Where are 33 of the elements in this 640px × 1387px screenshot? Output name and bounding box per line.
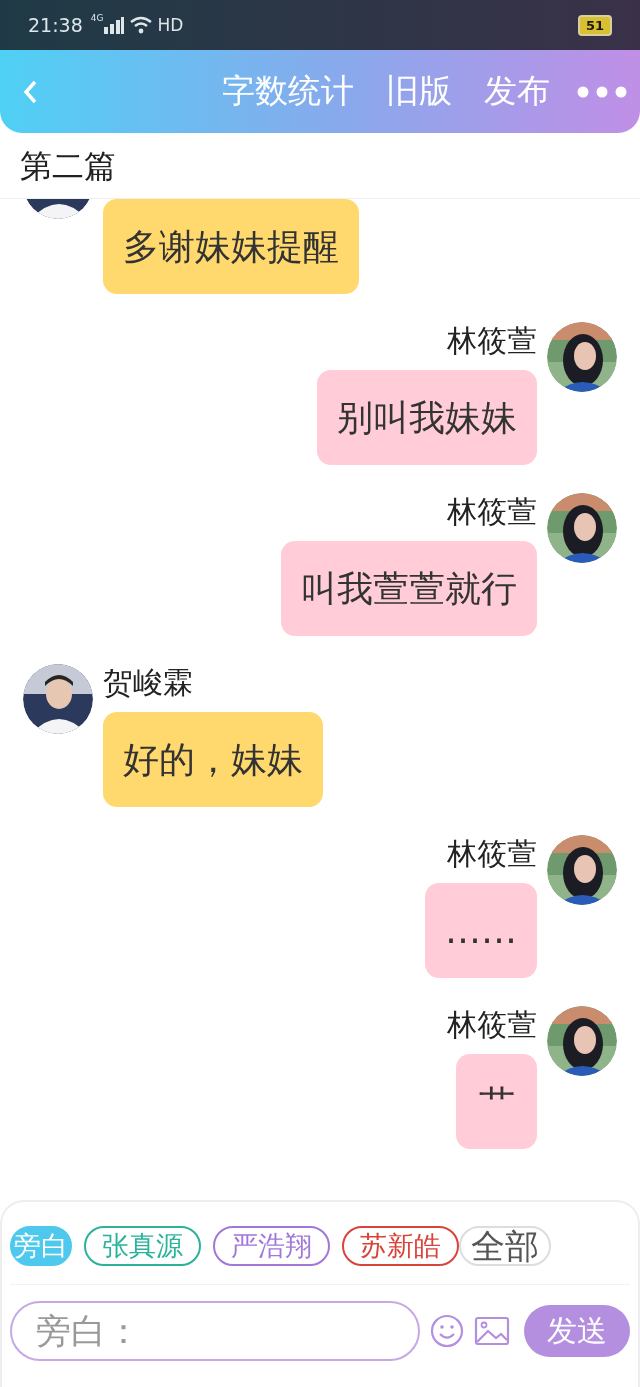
message-bubble: 别叫我妹妹 (317, 370, 537, 465)
more-button[interactable] (576, 84, 628, 99)
message-bubble: 多谢妹妹提醒 (103, 199, 359, 294)
battery-indicator: 51 (577, 14, 612, 36)
message-input[interactable]: 旁白： (10, 1301, 420, 1361)
sender-name: 林筱萱 (447, 324, 537, 358)
image-icon[interactable] (474, 1316, 510, 1346)
network-label: 4G (90, 13, 104, 23)
sender-name: 林筱萱 (447, 837, 537, 871)
character-chip[interactable]: 严浩翔 (213, 1226, 330, 1266)
character-chip[interactable]: 张真源 (84, 1226, 201, 1266)
message-bubble: 叫我萱萱就行 (281, 541, 537, 636)
header-action[interactable]: 旧版 (386, 69, 452, 114)
character-chip[interactable]: 苏新皓 (342, 1226, 459, 1266)
sender-name: 林筱萱 (447, 1008, 537, 1042)
hd-label: HD (157, 15, 184, 35)
more-icon (576, 84, 628, 99)
header-action[interactable]: 字数统计 (222, 69, 354, 114)
header-action[interactable]: 发布 (484, 69, 550, 114)
sender-name: 贺峻霖 (103, 666, 193, 700)
emoji-icon[interactable] (430, 1314, 464, 1348)
message-bubble: 好的，妹妹 (103, 712, 323, 807)
send-button[interactable]: 发送 (524, 1305, 630, 1357)
wifi-icon (129, 16, 154, 34)
sender-name: 林筱萱 (447, 495, 537, 529)
status-time: 21:38 (28, 14, 83, 36)
back-icon (22, 78, 38, 105)
back-button[interactable] (22, 78, 38, 105)
message-bubble: …… (425, 883, 537, 978)
character-chip[interactable]: 旁白 (10, 1226, 72, 1266)
signal-icon (103, 16, 126, 34)
all-button[interactable]: 全部 (459, 1226, 551, 1266)
message-bubble: 艹 (456, 1054, 537, 1149)
